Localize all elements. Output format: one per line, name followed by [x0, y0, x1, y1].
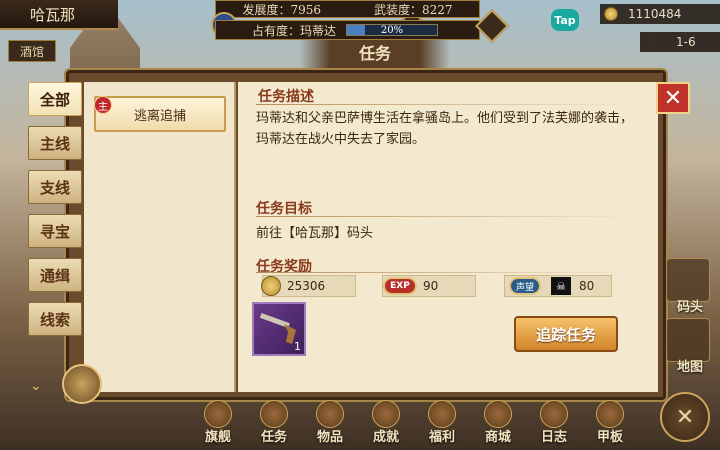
reward-reputation: 声望 ☠ 80	[504, 275, 612, 297]
reward-item-pistol[interactable]: 1	[252, 302, 306, 356]
chest-icon	[484, 400, 512, 428]
divider	[256, 104, 636, 105]
nav-log[interactable]: 日志	[526, 400, 582, 450]
occupancy-label: 占有度：	[252, 23, 301, 38]
task-icon	[260, 400, 288, 428]
development-stat: 发展度：7956	[242, 1, 321, 18]
compass-icon[interactable]: ✕	[660, 392, 710, 442]
occupancy-row: 占有度：玛蒂达 20%	[215, 20, 480, 40]
reward-exp: EXP 90	[382, 275, 476, 297]
city-stats-row: 发展度：7956 武装度：8227	[215, 0, 480, 18]
tab-treasure[interactable]: 寻宝	[28, 214, 82, 248]
reward-gold: 25306	[261, 275, 356, 297]
development-label: 发展度：	[242, 2, 291, 17]
gold-counter: 1110484	[600, 4, 720, 24]
nav-shop[interactable]: 商城	[470, 400, 526, 450]
bottom-nav: 旗舰 任务 物品 成就 福利 商城 日志 甲板	[190, 400, 650, 450]
armament-label: 武装度：	[373, 2, 422, 17]
tab-clues[interactable]: 线索	[28, 302, 82, 336]
development-value: 7956	[290, 2, 322, 17]
map-label: 地图	[676, 360, 703, 375]
armament-stat: 武装度：8227	[374, 1, 453, 18]
nav-label: 旗舰	[204, 430, 231, 445]
exp-icon: EXP	[383, 275, 417, 297]
gold-coin-icon	[604, 7, 618, 21]
nav-label: 商城	[484, 430, 511, 445]
tab-main[interactable]: 主线	[28, 126, 82, 160]
reputation-icon: 声望	[509, 275, 541, 297]
task-list-item[interactable]: 主 逃离追捕	[94, 96, 226, 132]
nav-label: 福利	[428, 430, 455, 445]
divider	[256, 216, 636, 217]
book-icon	[540, 400, 568, 428]
nav-label: 成就	[372, 430, 399, 445]
task-description: 玛蒂达和父亲巴萨博生活在拿骚岛上。他们受到了法芙娜的袭击，玛蒂达在战火中失去了家…	[256, 111, 634, 147]
reward-gold-amount: 25306	[287, 279, 326, 293]
tap-badge[interactable]: Tap	[551, 9, 579, 31]
gold-amount: 1110484	[628, 7, 682, 21]
reward-rep-amount: 80	[579, 279, 595, 293]
nav-label: 任务	[260, 430, 287, 445]
stage-indicator: 1-6	[640, 32, 720, 52]
divider	[256, 272, 636, 273]
window-title: 任务	[300, 40, 450, 68]
target-section-title: 任务目标	[256, 201, 312, 217]
tab-wanted[interactable]: 通缉	[28, 258, 82, 292]
main-quest-badge: 主	[94, 96, 112, 114]
task-target: 前往【哈瓦那】码头	[256, 226, 374, 241]
desc-section-title: 任务描述	[258, 89, 314, 105]
bag-icon	[316, 400, 344, 428]
reputation-icon-label: 声望	[509, 277, 541, 295]
task-item-title: 逃离追捕	[133, 108, 186, 124]
nav-flagship[interactable]: 旗舰	[190, 400, 246, 450]
nav-deck[interactable]: 甲板	[582, 400, 638, 450]
nav-items[interactable]: 物品	[302, 400, 358, 450]
occupancy-text: 占有度：玛蒂达	[252, 22, 336, 39]
reward-section-title: 任务奖励	[256, 259, 312, 275]
close-icon[interactable]: ✕	[656, 82, 690, 114]
occupancy-percent: 20%	[380, 25, 404, 36]
tavern-tab[interactable]: 酒馆	[8, 40, 56, 62]
city-name[interactable]: 哈瓦那	[0, 0, 118, 30]
nav-label: 物品	[316, 430, 343, 445]
nav-label: 日志	[540, 430, 567, 445]
nav-label: 甲板	[596, 430, 623, 445]
tab-side[interactable]: 支线	[28, 170, 82, 204]
item-quantity: 1	[294, 340, 301, 353]
city-status-bar: 发展度：7956 武装度：8227 ✦ 占有度：玛蒂达 20%	[195, 0, 509, 44]
pirate-flag-icon: ☠	[551, 275, 571, 297]
occupancy-progress-bar: 20%	[346, 24, 439, 36]
tab-all[interactable]: 全部	[28, 82, 82, 116]
reward-exp-amount: 90	[423, 279, 439, 293]
armament-value: 8227	[421, 2, 453, 17]
trophy-icon	[372, 400, 400, 428]
gift-icon	[428, 400, 456, 428]
dock-label: 码头	[676, 300, 703, 315]
ship-wheel-icon	[204, 400, 232, 428]
gold-coin-icon	[261, 275, 281, 297]
nav-welfare[interactable]: 福利	[414, 400, 470, 450]
compass-ornament-icon[interactable]	[62, 364, 102, 404]
occupancy-city: 玛蒂达	[300, 23, 337, 38]
chevron-down-icon[interactable]: ⌄	[30, 378, 42, 394]
track-task-button[interactable]: 追踪任务	[514, 316, 618, 352]
nav-achievements[interactable]: 成就	[358, 400, 414, 450]
ship-icon	[596, 400, 624, 428]
nav-tasks[interactable]: 任务	[246, 400, 302, 450]
exp-icon-label: EXP	[383, 277, 417, 295]
